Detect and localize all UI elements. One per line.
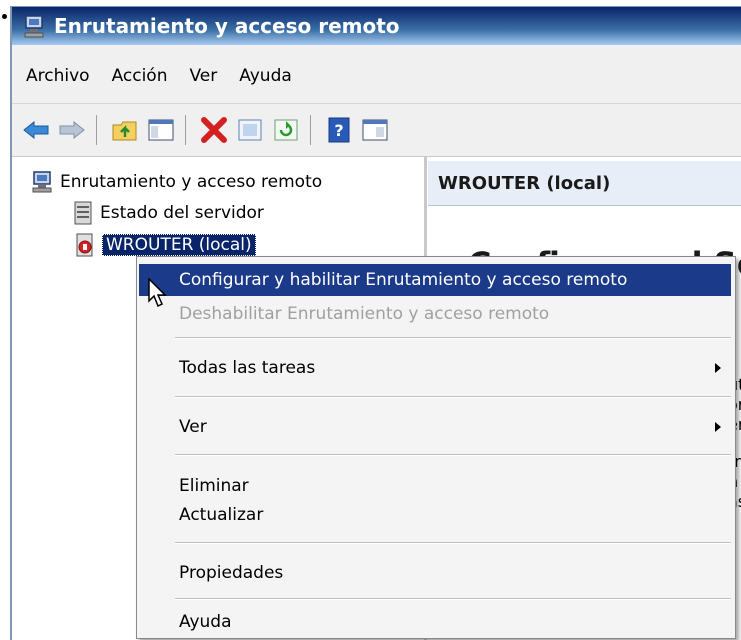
help-icon: ? [328,117,350,143]
toolbar-separator [310,115,311,145]
toolbar-separator [185,115,186,145]
mouse-cursor-icon [148,278,167,308]
submenu-arrow-icon [715,363,721,373]
forward-arrow-icon [59,121,85,139]
menu-item-propiedades[interactable]: Propiedades [139,557,731,589]
menu-bar: Archivo Acción Ver Ayuda [12,53,741,99]
tree-item-server-status[interactable]: Estado del servidor [72,201,264,225]
menu-item-label: Ver [179,417,207,437]
refresh-button[interactable] [270,114,302,146]
title-bar[interactable]: Enrutamiento y acceso remoto [12,7,741,45]
help-button[interactable]: ? [323,114,355,146]
menu-item-label: Actualizar [179,505,264,525]
back-button[interactable] [20,114,52,146]
menu-ver[interactable]: Ver [190,66,218,86]
delete-icon [201,117,227,143]
mmc-console-button[interactable] [359,114,391,146]
menu-item-ver[interactable]: Ver [139,411,731,443]
list-bullet [2,14,7,19]
routing-console-icon [24,15,44,38]
back-arrow-icon [23,121,49,139]
tree-item-wrouter[interactable]: WROUTER (local) [74,233,256,257]
toolbar-separator [96,115,97,145]
tree-item-root[interactable]: Enrutamiento y acceso remoto [32,171,322,193]
menu-ayuda[interactable]: Ayuda [239,66,292,86]
menu-item-label: Propiedades [179,563,284,583]
menu-item-eliminar[interactable]: Eliminar [139,470,731,502]
menu-item-configurar[interactable]: Configurar y habilitar Enrutamiento y ac… [139,264,731,296]
menu-item-label: Configurar y habilitar Enrutamiento y ac… [179,270,628,290]
menu-item-todas-las-tareas[interactable]: Todas las tareas [139,352,731,384]
tree-item-label: Enrutamiento y acceso remoto [60,172,323,192]
up-button[interactable] [109,114,141,146]
mmc-console-icon [362,119,388,141]
result-pane-title: WROUTER (local) [438,172,611,194]
context-menu: Configurar y habilitar Enrutamiento y ac… [136,256,736,639]
tree-item-label: Estado del servidor [100,203,264,223]
up-folder-icon [112,121,137,141]
properties-icon [238,119,262,141]
mmc-window: Enrutamiento y acceso remoto Archivo Acc… [10,6,741,640]
show-hide-tree-icon [148,119,174,141]
menu-item-actualizar[interactable]: Actualizar [139,499,731,531]
menu-separator [175,337,731,339]
menu-separator [175,542,731,544]
refresh-icon [274,119,298,141]
menu-accion[interactable]: Acción [112,66,168,86]
window-title: Enrutamiento y acceso remoto [54,14,400,38]
menu-item-label: Eliminar [179,476,249,496]
menu-item-label: Todas las tareas [179,358,316,378]
properties-button[interactable] [234,114,266,146]
result-pane-header: WROUTER (local) [428,161,741,206]
submenu-arrow-icon [715,422,721,432]
menu-separator [175,598,731,600]
menu-item-label: Ayuda [179,612,232,632]
delete-button[interactable] [198,114,230,146]
routing-console-icon [32,171,52,193]
menu-separator [175,396,731,398]
menu-item-deshabilitar: Deshabilitar Enrutamiento y acceso remot… [139,298,731,330]
menu-archivo[interactable]: Archivo [26,66,90,86]
menu-item-label: Deshabilitar Enrutamiento y acceso remot… [179,304,550,324]
forward-button[interactable] [56,114,88,146]
svg-text:?: ? [334,121,343,140]
server-status-icon [74,201,92,225]
server-stopped-icon [76,233,93,257]
menu-separator [175,454,731,456]
tree-item-label-selected: WROUTER (local) [102,234,256,256]
toolbar: ? [12,103,741,157]
show-hide-tree-button[interactable] [145,114,177,146]
menu-item-ayuda[interactable]: Ayuda [139,606,731,638]
